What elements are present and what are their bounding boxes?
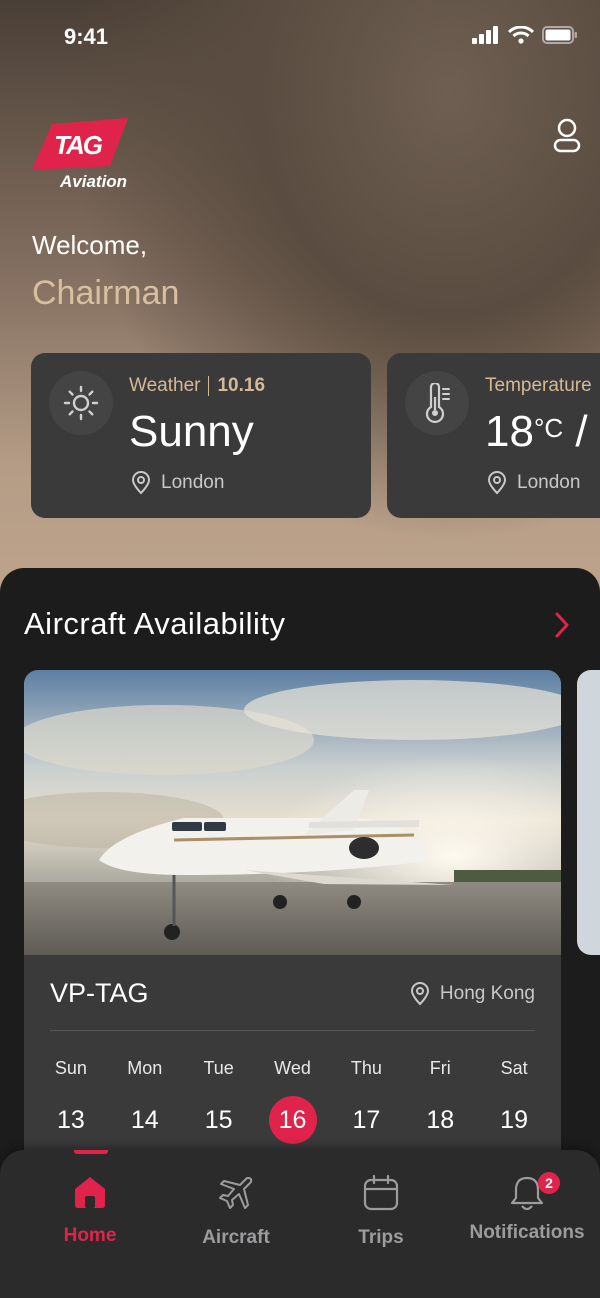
temperature-card[interactable]: Temperature 18°C / 1 London	[387, 353, 600, 518]
aircraft-location-text: Hong Kong	[439, 983, 535, 1004]
calendar-day[interactable]: Sun 13	[34, 1058, 108, 1144]
wifi-icon	[508, 26, 534, 44]
battery-icon	[542, 26, 577, 44]
temperature-label: Temperature	[485, 375, 592, 396]
day-number: 13	[57, 1106, 85, 1134]
aircraft-registration: VP-TAG	[50, 978, 149, 1008]
weather-location-text: London	[161, 472, 225, 493]
weather-value: Sunny	[129, 407, 254, 456]
notification-badge: 2	[538, 1172, 560, 1194]
location-pin-icon	[487, 471, 507, 495]
tab-home[interactable]: Home	[17, 1174, 163, 1247]
thermometer-icon	[405, 371, 469, 435]
day-number-selected: 16	[268, 1096, 317, 1144]
weather-date: 10.16	[217, 375, 266, 396]
tab-home-label: Home	[63, 1225, 117, 1246]
temperature-value: 18°C / 1	[485, 407, 600, 457]
weather-label: Weather	[129, 375, 201, 396]
temperature-suffix: / 1	[575, 407, 600, 456]
section-title: Aircraft Availability	[24, 606, 286, 641]
day-number: 17	[352, 1106, 381, 1134]
tab-aircraft[interactable]: Aircraft	[163, 1174, 309, 1249]
day-of-week: Sun	[54, 1058, 87, 1078]
aircraft-photo	[24, 670, 561, 955]
day-of-week: Fri	[429, 1058, 451, 1078]
day-of-week: Tue	[203, 1058, 234, 1078]
calendar-day[interactable]: Tue 15	[182, 1058, 256, 1144]
weather-header: Weather 10.16	[129, 375, 265, 397]
calendar-day[interactable]: Mon 14	[108, 1058, 182, 1144]
week-calendar: Sun 13 Mon 14 Tue 15 Wed 16 Thu 17 Fri 18 Sat 1…	[34, 1058, 551, 1144]
day-number: 15	[204, 1106, 233, 1134]
status-bar: 9:41	[0, 22, 600, 52]
logo-mark: TAG	[32, 118, 128, 170]
temperature-location: London	[487, 471, 580, 495]
user-icon	[553, 118, 581, 153]
signal-icon	[472, 26, 498, 44]
sun-icon	[49, 371, 113, 435]
welcome-text: Welcome,	[32, 230, 148, 260]
temperature-location-text: London	[517, 472, 581, 493]
tab-trips[interactable]: Trips	[308, 1174, 454, 1249]
calendar-day[interactable]: Sat 19	[477, 1058, 551, 1144]
bottom-tab-bar: Home Aircraft Trips 2 Notifications	[0, 1150, 600, 1298]
chevron-right-icon	[555, 612, 569, 638]
tab-aircraft-label: Aircraft	[202, 1227, 270, 1248]
location-pin-icon	[410, 982, 429, 1006]
active-tab-indicator	[74, 1150, 108, 1154]
temperature-number: 18	[485, 407, 534, 456]
logo-subtitle: Aviation	[60, 172, 128, 191]
status-time: 9:41	[64, 24, 109, 49]
day-of-week: Mon	[127, 1058, 163, 1078]
weather-card[interactable]: Weather 10.16 Sunny London	[31, 353, 371, 518]
profile-button[interactable]	[552, 118, 586, 158]
day-number: 18	[426, 1106, 455, 1134]
location-pin-icon	[131, 471, 151, 495]
calendar-day-selected[interactable]: Wed 16	[256, 1058, 330, 1144]
temperature-unit: °C	[533, 413, 564, 443]
day-number: 19	[500, 1106, 528, 1134]
see-all-button[interactable]	[554, 612, 570, 643]
day-number: 14	[130, 1106, 159, 1134]
logo-text: TAG	[54, 130, 103, 160]
day-of-week: Thu	[350, 1058, 382, 1078]
airplane-icon	[219, 1177, 253, 1209]
tab-notifications-label: Notifications	[469, 1222, 585, 1243]
calendar-icon	[363, 1174, 399, 1211]
next-aircraft-card-peek[interactable]	[577, 670, 600, 955]
day-of-week: Wed	[274, 1058, 311, 1078]
divider	[50, 1030, 535, 1031]
tab-notifications[interactable]: 2 Notifications	[454, 1172, 600, 1244]
aircraft-location: Hong Kong	[410, 982, 535, 1006]
home-icon	[75, 1177, 105, 1208]
calendar-day[interactable]: Thu 17	[329, 1058, 403, 1144]
calendar-day[interactable]: Fri 18	[403, 1058, 477, 1144]
tab-trips-label: Trips	[358, 1227, 404, 1248]
weather-location: London	[131, 471, 224, 495]
day-of-week: Sat	[500, 1058, 528, 1078]
status-icons	[472, 26, 578, 44]
user-name: Chairman	[32, 274, 180, 312]
